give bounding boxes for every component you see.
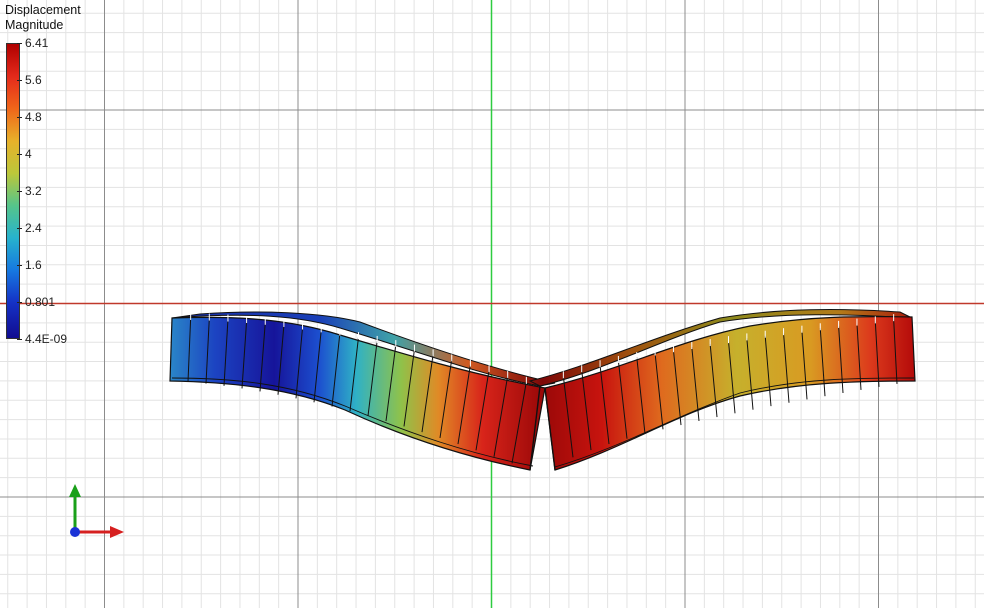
gizmo-y-arrowhead (69, 484, 81, 497)
gizmo-z-axis (70, 527, 80, 537)
axis-gizmo[interactable] (69, 484, 124, 538)
deformed-beam (169, 309, 916, 471)
3d-viewport[interactable] (0, 0, 984, 608)
